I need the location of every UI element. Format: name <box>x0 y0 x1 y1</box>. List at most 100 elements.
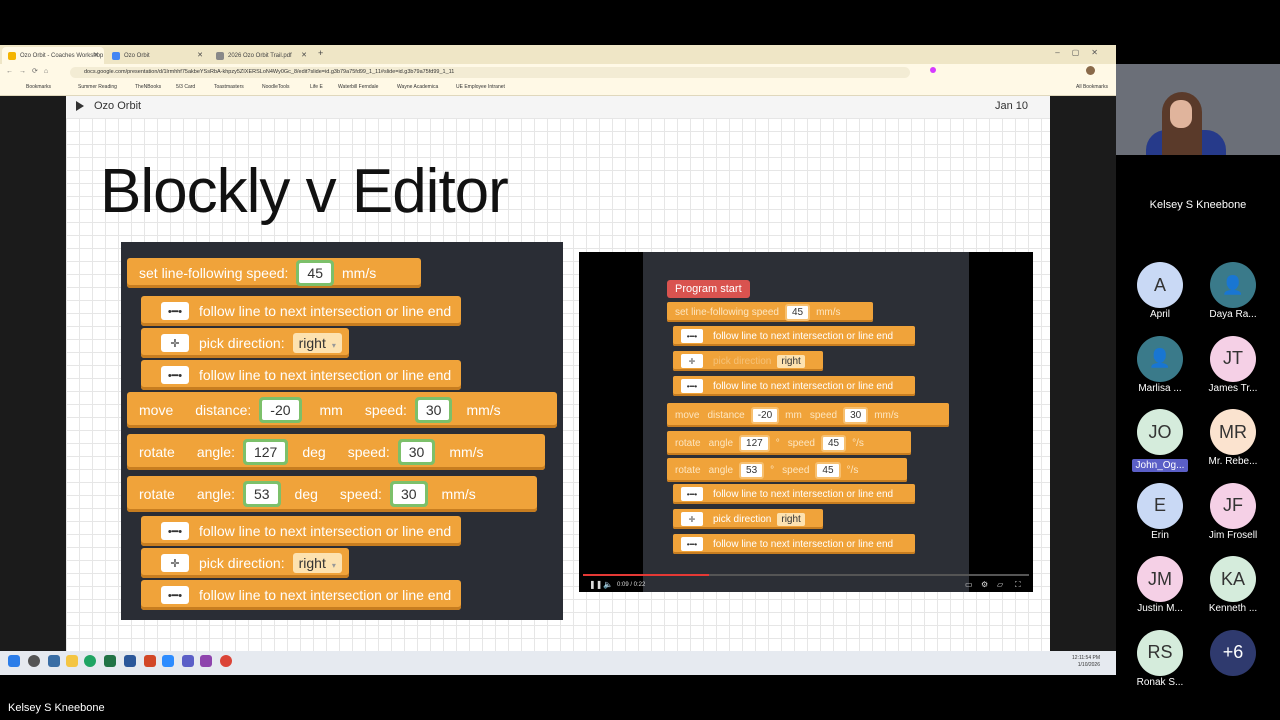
follow-line-icon: •━• <box>161 302 189 320</box>
bookmark[interactable]: Waterbill Ferndale <box>338 84 378 90</box>
nav-arrows-icon[interactable]: ←→⟳⌂ <box>6 67 54 75</box>
participant-tile[interactable]: E Erin <box>1125 482 1195 541</box>
profile-avatar[interactable] <box>1086 66 1095 75</box>
participant-name: Jim Frosell <box>1208 529 1258 541</box>
number-field: 53 <box>242 481 281 507</box>
block-label: rotate <box>675 464 701 476</box>
participant-tile[interactable]: JO John_Og... <box>1125 409 1195 473</box>
direction-dropdown: right <box>777 354 805 368</box>
slide-header: Ozo Orbit Jan 10 <box>66 96 1050 118</box>
zoom-icon[interactable] <box>162 655 174 667</box>
close-icon[interactable]: ✕ <box>301 51 307 59</box>
speaker-name: Kelsey S Kneebone <box>1149 199 1247 211</box>
excel-icon[interactable] <box>104 655 116 667</box>
participant-tile[interactable]: +6 <box>1198 629 1268 676</box>
block-label: angle <box>708 464 734 476</box>
participant-tile[interactable]: MR Mr. Rebe... <box>1198 409 1268 467</box>
participant-avatar: RS <box>1137 629 1183 676</box>
bookmark[interactable]: Toastmasters <box>214 84 244 90</box>
chrome-icon[interactable] <box>220 655 232 667</box>
close-icon[interactable]: ✕ <box>197 51 203 59</box>
edge-icon[interactable] <box>84 655 96 667</box>
bookmark[interactable]: NoodleTools <box>262 84 290 90</box>
block-label: speed <box>787 437 815 449</box>
captions-icon[interactable]: ▭ <box>965 580 973 589</box>
video-frame: Program start set line-following speed 4… <box>643 252 969 592</box>
participant-name: Kenneth ... <box>1208 603 1258 614</box>
powerpoint-icon[interactable] <box>144 655 156 667</box>
follow-line-block: •━• follow line to next intersection or … <box>673 376 915 396</box>
cast-icon[interactable]: ▱ <box>997 580 1003 589</box>
follow-line-icon: •━• <box>681 487 703 501</box>
url-field[interactable]: docs.google.com/presentation/d/1lrmhhf75… <box>70 67 910 78</box>
bookmark[interactable]: Life E <box>310 84 323 90</box>
bookmark[interactable]: Wayne Academica <box>397 84 438 90</box>
participant-avatar: E <box>1137 482 1183 529</box>
number-field: 30 <box>843 406 869 424</box>
video-controls: ❚❚ 🔈 0:09 / 0:22 ▭ ⚙ ▱ ⛶ <box>579 578 1033 592</box>
browser-tab[interactable]: Ozo Orbit ✕ <box>106 47 208 64</box>
extension-icon[interactable] <box>930 67 936 73</box>
all-bookmarks[interactable]: All Bookmarks <box>1076 84 1108 90</box>
participant-avatar: MR <box>1210 409 1256 455</box>
block-label: pick direction: <box>199 555 285 571</box>
participant-name: John_Og... <box>1131 459 1189 472</box>
play-icon[interactable] <box>76 101 84 111</box>
close-icon[interactable]: ✕ <box>93 51 99 59</box>
participant-name: James Tr... <box>1208 382 1258 394</box>
bookmark[interactable]: 5/3 Card <box>176 84 195 90</box>
block-label: set line-following speed <box>675 306 779 318</box>
unit-label: mm <box>785 409 802 421</box>
browser-tab[interactable]: 2026 Ozo Orbit Trail.pdf ✕ <box>210 47 312 64</box>
volume-icon[interactable]: 🔈 <box>603 580 613 589</box>
window-controls[interactable]: –▢✕ <box>1055 48 1110 57</box>
new-tab-icon[interactable]: + <box>318 48 323 58</box>
outlook-icon[interactable] <box>48 655 60 667</box>
follow-line-icon: •━• <box>681 379 703 393</box>
participant-tile[interactable]: JT James Tr... <box>1198 335 1268 394</box>
bookmark[interactable]: Summer Reading <box>78 84 117 90</box>
windows-start-icon[interactable] <box>8 655 20 667</box>
participant-tile[interactable]: 👤 Marlisa ... <box>1125 335 1195 394</box>
teams-icon[interactable] <box>182 655 194 667</box>
unit-label: mm/s <box>816 306 841 318</box>
word-icon[interactable] <box>124 655 136 667</box>
system-clock[interactable]: 12:11:54 PM 1/10/2026 <box>1072 655 1100 669</box>
embedded-video[interactable]: Program start set line-following speed 4… <box>579 252 1033 592</box>
fullscreen-icon[interactable]: ⛶ <box>1015 580 1021 590</box>
crossroads-icon: ✛ <box>161 334 189 352</box>
bookmark[interactable]: UE Employee Intranet <box>456 84 505 90</box>
block-label: move <box>139 402 174 418</box>
bookmark[interactable]: TheNBooks <box>135 84 161 90</box>
block-label: pick direction <box>713 513 772 525</box>
number-field: -20 <box>750 406 780 424</box>
search-icon[interactable] <box>28 655 40 667</box>
unit-label: °/s <box>846 464 859 476</box>
participant-tile[interactable]: JM Justin M... <box>1125 556 1195 614</box>
browser-tab-bar: Ozo Orbit - Coaches Workshop ✕ Ozo Orbit ✕… <box>0 45 1116 64</box>
onenote-icon[interactable] <box>200 655 212 667</box>
clock-time: 12:11:54 PM <box>1072 655 1100 661</box>
follow-line-block: •━• follow line to next intersection or … <box>673 484 915 504</box>
participant-tile[interactable]: 👤 Daya Ra... <box>1198 262 1268 320</box>
participant-tile[interactable]: KA Kenneth ... <box>1198 556 1268 614</box>
participant-tile[interactable]: A April <box>1125 262 1195 320</box>
file-explorer-icon[interactable] <box>66 655 78 667</box>
crossroads-icon: ✛ <box>161 554 189 572</box>
browser-tab[interactable]: Ozo Orbit - Coaches Workshop ✕ <box>2 47 104 64</box>
participant-avatar: JT <box>1210 335 1256 382</box>
participant-name: Ronak S... <box>1136 676 1184 688</box>
participant-avatar: JO <box>1137 409 1183 455</box>
follow-line-block: •━• follow line to next intersection or … <box>141 360 461 390</box>
person-icon: 👤 <box>1137 335 1183 382</box>
block-label: follow line to next intersection or line… <box>199 523 452 539</box>
video-progress-bar[interactable] <box>583 574 1029 576</box>
participant-tile[interactable]: RS Ronak S... <box>1125 629 1195 688</box>
bookmark[interactable]: Bookmarks <box>26 84 51 90</box>
participant-tile[interactable]: JF Jim Frosell <box>1198 482 1268 541</box>
settings-icon[interactable]: ⚙ <box>981 580 988 589</box>
clock-date: 1/10/2026 <box>1077 662 1100 668</box>
rotate-block: rotate angle 53 ° speed 45 °/s <box>667 458 907 482</box>
pause-icon[interactable]: ❚❚ <box>589 580 602 589</box>
unit-label: mm/s <box>342 265 377 281</box>
